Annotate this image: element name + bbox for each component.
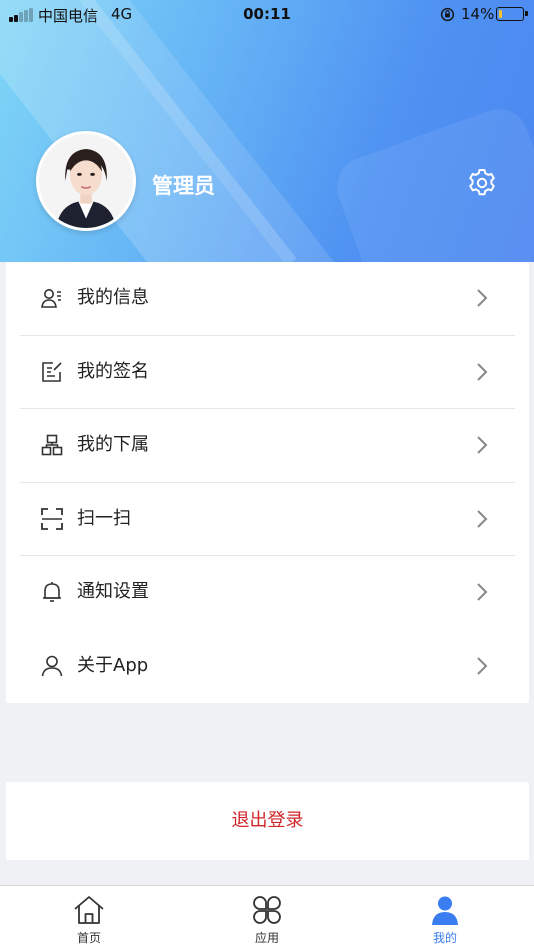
- bell-icon: [43, 582, 61, 602]
- tab-apps[interactable]: 应用: [178, 886, 356, 950]
- tab-home[interactable]: 首页: [0, 886, 178, 950]
- user-name: 管理员: [152, 174, 215, 198]
- menu-item-about-app[interactable]: 关于App: [20, 630, 515, 704]
- menu-item-label: 我的签名: [77, 360, 149, 382]
- avatar[interactable]: [36, 131, 136, 231]
- orientation-lock-icon: [440, 7, 455, 22]
- home-icon: [74, 896, 104, 924]
- menu-item-label: 我的下属: [77, 434, 149, 455]
- user-info-icon: [41, 289, 61, 308]
- battery-icon: [496, 7, 528, 21]
- battery-percent: 14%: [461, 5, 495, 23]
- menu-item-label: 通知设置: [77, 581, 149, 602]
- menu-item-label: 扫一扫: [77, 507, 131, 529]
- menu-item-notification-settings[interactable]: 通知设置: [20, 556, 515, 630]
- apps-icon: [253, 896, 281, 924]
- gear-icon[interactable]: [466, 167, 498, 199]
- menu-item-scan[interactable]: 扫一扫: [20, 483, 515, 556]
- tab-mine[interactable]: 我的: [356, 886, 534, 950]
- tab-label: 我的: [432, 931, 457, 945]
- tab-label: 首页: [76, 931, 101, 945]
- menu-item-label: 关于App: [77, 654, 149, 676]
- logout-button[interactable]: 退出登录: [6, 782, 529, 860]
- org-chart-icon: [41, 434, 63, 456]
- status-bar: 中国电信 4G 00:11 14%: [0, 0, 534, 30]
- profile-icon: [432, 896, 458, 925]
- chevron-right-icon: [477, 656, 488, 675]
- tab-label: 应用: [254, 931, 279, 945]
- menu-item-my-info[interactable]: 我的信息: [20, 262, 515, 336]
- avatar-photo: [39, 134, 133, 228]
- chevron-right-icon: [477, 289, 488, 307]
- menu-item-label: 我的信息: [77, 287, 149, 308]
- user-icon: [41, 655, 63, 676]
- chevron-right-icon: [477, 509, 488, 528]
- signature-icon: [42, 361, 62, 382]
- menu-card: 我的信息 我的签名 我的下属 扫一扫 通知设置 关于App: [6, 262, 529, 703]
- tab-bar: 首页 应用 我的: [0, 885, 534, 950]
- chevron-right-icon: [477, 436, 488, 454]
- scan-icon: [41, 507, 63, 530]
- menu-item-my-subordinates[interactable]: 我的下属: [20, 409, 515, 483]
- logout-label: 退出登录: [231, 810, 304, 831]
- menu-item-my-signature[interactable]: 我的签名: [20, 336, 515, 409]
- chevron-right-icon: [477, 362, 488, 381]
- chevron-right-icon: [477, 583, 488, 601]
